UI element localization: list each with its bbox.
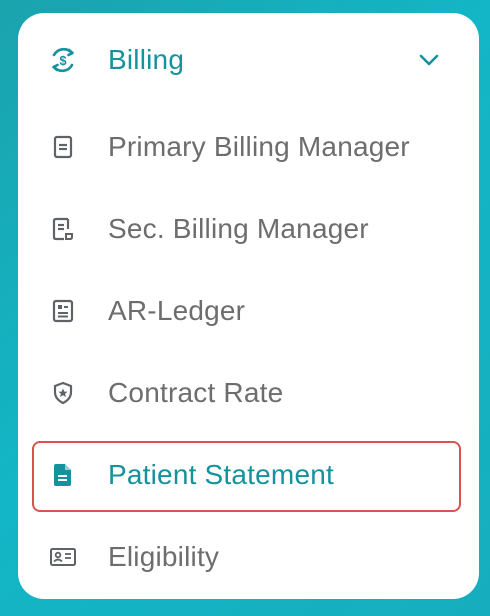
document-edit-icon [48,214,78,244]
billing-menu-panel: $ Billing Primary Billing Manager Sec. B… [18,13,479,599]
menu-item-label: Sec. Billing Manager [108,213,369,244]
document-icon [48,132,78,162]
menu-item-label: Eligibility [108,541,220,572]
billing-menu-title: Billing [108,44,185,75]
menu-item-label: AR-Ledger [108,295,246,326]
menu-item-primary-billing-manager[interactable]: Primary Billing Manager [18,117,479,177]
ledger-icon [48,296,78,326]
dollar-cycle-icon: $ [48,45,78,75]
menu-item-ar-ledger[interactable]: AR-Ledger [18,281,479,341]
chevron-down-icon[interactable] [414,45,444,75]
id-card-icon [48,542,78,572]
billing-menu-header[interactable]: $ Billing [18,30,479,90]
menu-item-eligibility[interactable]: Eligibility [18,527,479,587]
menu-item-label: Patient Statement [108,459,334,490]
menu-item-patient-statement[interactable]: Patient Statement [18,445,479,505]
svg-text:$: $ [59,53,67,68]
menu-item-label: Primary Billing Manager [108,131,410,162]
file-filled-icon [48,460,78,490]
menu-item-label: Contract Rate [108,377,284,408]
shield-star-icon [48,378,78,408]
menu-item-sec-billing-manager[interactable]: Sec. Billing Manager [18,199,479,259]
menu-item-contract-rate[interactable]: Contract Rate [18,363,479,423]
